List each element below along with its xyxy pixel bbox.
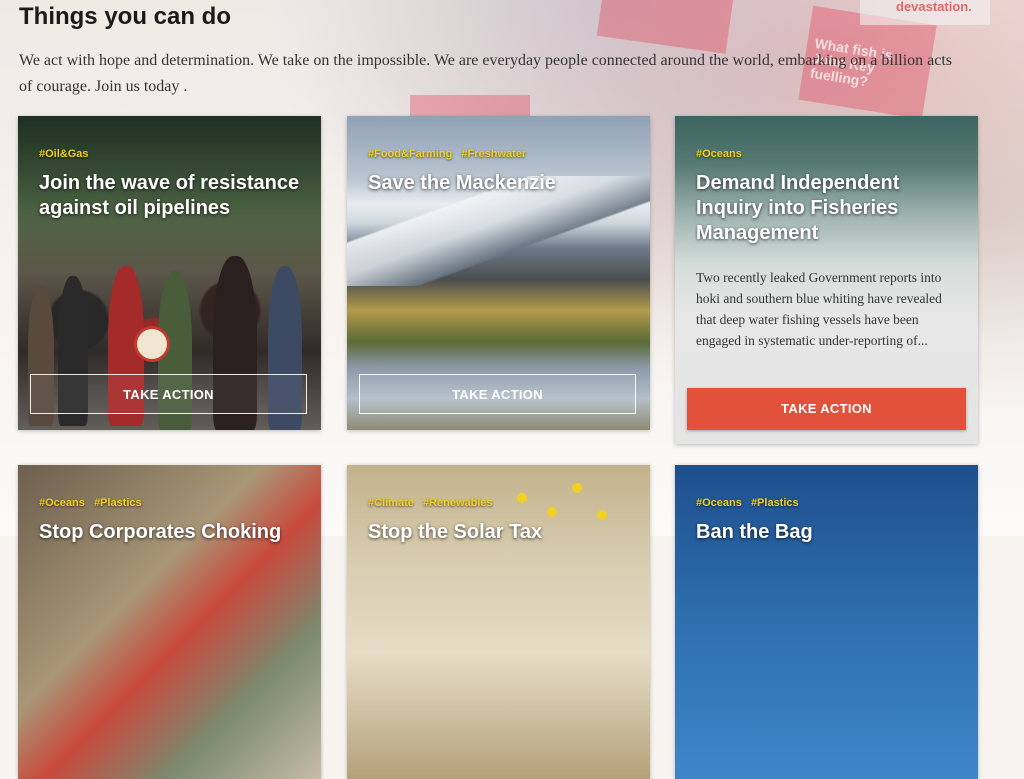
card-title[interactable]: Join the wave of resistance against oil … — [39, 171, 309, 221]
action-card-save-mackenzie[interactable]: #Food&Farming #Freshwater Save the Macke… — [347, 116, 650, 430]
action-card-solar-tax[interactable]: #Climate #Renewables Stop the Solar Tax — [347, 465, 650, 779]
tag[interactable]: #Oceans — [696, 148, 742, 160]
tag[interactable]: #Plastics — [751, 497, 799, 509]
card-tags: #Oceans #Plastics — [696, 497, 805, 509]
card-description: Two recently leaked Government reports i… — [696, 270, 942, 348]
card-tags: #Food&Farming #Freshwater — [368, 148, 532, 160]
tag[interactable]: #Plastics — [94, 497, 142, 509]
tag[interactable]: #Oil&Gas — [39, 148, 89, 160]
tag[interactable]: #Climate — [368, 497, 414, 509]
card-image-decoration — [572, 483, 582, 493]
card-title[interactable]: Demand Independent Inquiry into Fisherie… — [696, 171, 966, 246]
card-tags: #Oceans — [696, 148, 748, 160]
card-title[interactable]: Save the Mackenzie — [368, 171, 638, 196]
action-card-oil-pipelines[interactable]: #Oil&Gas Join the wave of resistance aga… — [18, 116, 321, 430]
take-action-button[interactable]: TAKE ACTION — [687, 388, 966, 430]
tag[interactable]: #Oceans — [696, 497, 742, 509]
action-card-fisheries-inquiry[interactable]: #Oceans Demand Independent Inquiry into … — [675, 116, 978, 444]
card-tags: #Climate #Renewables — [368, 497, 499, 509]
tag[interactable]: #Freshwater — [461, 148, 526, 160]
card-image-decoration — [597, 510, 607, 520]
action-card-corporates-plastics[interactable]: #Oceans #Plastics Stop Corporates Chokin… — [18, 465, 321, 779]
card-title[interactable]: Ban the Bag — [696, 520, 966, 545]
section-header: Things you can do We act with hope and d… — [19, 0, 979, 100]
card-image-decoration — [547, 507, 557, 517]
tag[interactable]: #Oceans — [39, 497, 85, 509]
tag[interactable]: #Food&Farming — [368, 148, 452, 160]
section-title: Things you can do — [19, 3, 232, 30]
action-card-ban-the-bag[interactable]: #Oceans #Plastics Ban the Bag — [675, 465, 978, 779]
tag[interactable]: #Renewables — [423, 497, 493, 509]
card-tags: #Oil&Gas — [39, 148, 95, 160]
card-title[interactable]: Stop the Solar Tax — [368, 520, 638, 545]
card-title[interactable]: Stop Corporates Choking — [39, 520, 309, 545]
section-intro: We act with hope and determination. We t… — [19, 52, 953, 95]
take-action-button[interactable]: TAKE ACTION — [359, 374, 636, 414]
take-action-button[interactable]: TAKE ACTION — [30, 374, 307, 414]
card-tags: #Oceans #Plastics — [39, 497, 148, 509]
card-image-decoration — [517, 493, 527, 503]
